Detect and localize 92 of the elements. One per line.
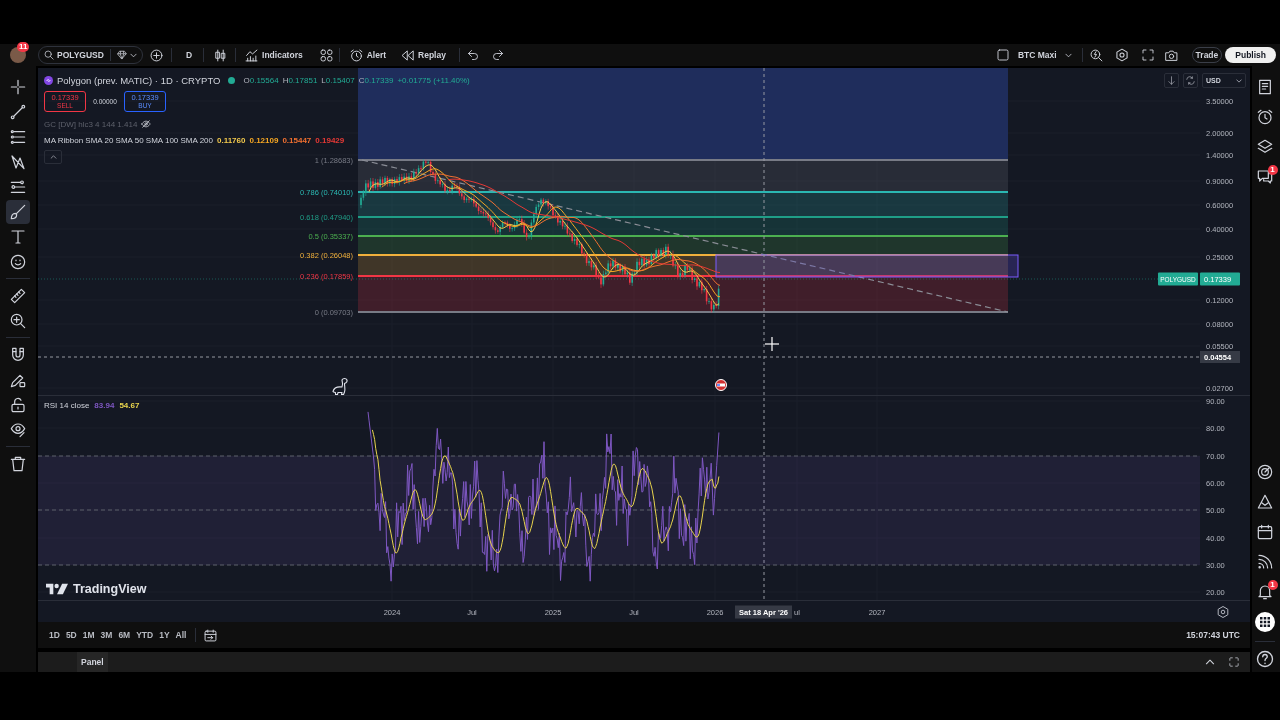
chat-icon[interactable] — [1256, 169, 1273, 185]
range-button[interactable]: 6M — [115, 626, 134, 644]
trend-line-icon[interactable] — [10, 103, 26, 120]
chevron-down-icon — [1236, 78, 1242, 83]
chevron-down-icon — [129, 52, 137, 58]
logo-wordmark: TradingView — [73, 582, 147, 596]
ohlc-value: O0.15564 — [243, 75, 279, 85]
panel-tab[interactable]: Panel — [77, 652, 108, 672]
refresh-button[interactable] — [1183, 73, 1198, 88]
chevron-down-icon — [1064, 52, 1072, 58]
brush-icon[interactable] — [6, 199, 30, 224]
bell-icon[interactable] — [1256, 584, 1273, 600]
arrow-down-icon — [1167, 76, 1176, 85]
indicator-value: 0.19429 — [315, 135, 345, 145]
range-button[interactable]: 1Y — [156, 626, 173, 644]
refresh-icon — [1186, 76, 1195, 85]
crosshair-icon[interactable] — [10, 78, 26, 95]
range-button[interactable]: YTD — [133, 626, 157, 644]
settings-icon[interactable] — [1217, 606, 1229, 618]
eye-icon[interactable] — [10, 421, 26, 438]
help-icon[interactable] — [1255, 650, 1274, 668]
emoji-icon[interactable] — [10, 253, 26, 270]
gem-icon[interactable] — [116, 50, 127, 60]
ohlc-value: C0.17339 — [358, 75, 394, 85]
range-button[interactable]: 3M — [97, 626, 116, 644]
alert-button[interactable]: Alert — [346, 46, 390, 64]
magnet-icon[interactable] — [10, 346, 26, 363]
chevron-up-icon — [49, 155, 57, 159]
zigzag-icon[interactable] — [10, 153, 26, 170]
layers-icon[interactable] — [1256, 139, 1273, 155]
clock-text: 15:07:43 UTC — [1186, 630, 1240, 640]
target-icon[interactable] — [1256, 464, 1273, 480]
dinosaur-icon — [332, 377, 348, 396]
search-icon — [44, 50, 54, 60]
fullscreen-icon[interactable] — [1141, 49, 1154, 61]
ohlc-value: H0.17851 — [282, 75, 318, 85]
arrow-down-button[interactable] — [1164, 73, 1179, 88]
alarm-clock-icon[interactable] — [1256, 109, 1273, 125]
crosshair-cursor-icon — [764, 336, 780, 352]
range-button[interactable]: 1D — [46, 626, 63, 644]
redo-icon[interactable] — [491, 49, 504, 61]
interval-button[interactable]: D — [182, 46, 196, 64]
indicator-value: 0.11760 — [217, 135, 246, 145]
indicators-button[interactable]: Indicators — [242, 46, 306, 64]
notification-badge: 1 — [1267, 580, 1278, 590]
indicator-value: 54.67 — [119, 400, 140, 410]
symbol-title: Polygon (prev. MATIC) · 1D · CRYPTO — [57, 74, 221, 86]
maximize-icon[interactable] — [1229, 657, 1239, 667]
settings-icon[interactable] — [1114, 48, 1129, 62]
undo-icon[interactable] — [466, 49, 479, 61]
range-button[interactable]: 5D — [62, 626, 80, 644]
ruler-icon[interactable] — [10, 287, 26, 304]
zoom-in-icon[interactable] — [10, 312, 26, 329]
notification-badge: 11 — [17, 42, 30, 52]
event-marker-icon — [715, 379, 727, 391]
plus-circle-icon[interactable] — [149, 48, 163, 62]
calendar-icon[interactable] — [1256, 524, 1273, 540]
replay-icon — [401, 48, 415, 62]
replay-button[interactable]: Replay — [398, 46, 449, 64]
range-button[interactable]: All — [172, 626, 190, 644]
eye-off-icon[interactable] — [141, 119, 152, 129]
logo-icon — [46, 583, 68, 595]
apps-grid-icon[interactable] — [1254, 612, 1275, 632]
indicator-name: MA Ribbon SMA 20 SMA 50 SMA 100 SMA 200 — [44, 135, 213, 145]
indicator-value: 83.94 — [94, 400, 115, 410]
text-icon[interactable] — [10, 228, 26, 245]
notification-badge: 1 — [1267, 165, 1278, 175]
publish-button[interactable]: Publish — [1225, 47, 1276, 63]
candlestick-icon[interactable] — [214, 48, 228, 62]
chart-icon — [245, 48, 259, 62]
trash-icon[interactable] — [10, 455, 26, 472]
lock-icon[interactable] — [10, 396, 26, 413]
alarm-clock-icon — [349, 48, 363, 62]
layout-button[interactable]: BTC Maxi — [1014, 46, 1075, 64]
indicator-name: RSI 14 close — [44, 400, 90, 410]
ohlc-value: L0.15407 — [321, 75, 355, 85]
calendar-range-icon[interactable] — [204, 628, 218, 642]
indicator-value: 0.15447 — [282, 135, 312, 145]
coin-logo-icon — [44, 75, 53, 85]
horizontal-lines-icon[interactable] — [10, 128, 26, 145]
camera-icon[interactable] — [1164, 48, 1178, 62]
triangle-icon[interactable] — [1256, 494, 1273, 510]
list-icon[interactable] — [1256, 79, 1273, 95]
chevron-up-icon[interactable] — [1205, 659, 1215, 665]
grid-icon[interactable] — [319, 48, 333, 62]
indicator-value: 0.12109 — [249, 135, 279, 145]
square-icon[interactable] — [996, 49, 1009, 61]
price-change: +0.01775 (+11.40%) — [397, 75, 470, 85]
range-button[interactable]: 1M — [79, 626, 98, 644]
sliders-icon[interactable] — [10, 178, 26, 195]
broadcast-icon[interactable] — [1256, 554, 1273, 570]
quick-search-icon[interactable] — [1089, 48, 1103, 62]
